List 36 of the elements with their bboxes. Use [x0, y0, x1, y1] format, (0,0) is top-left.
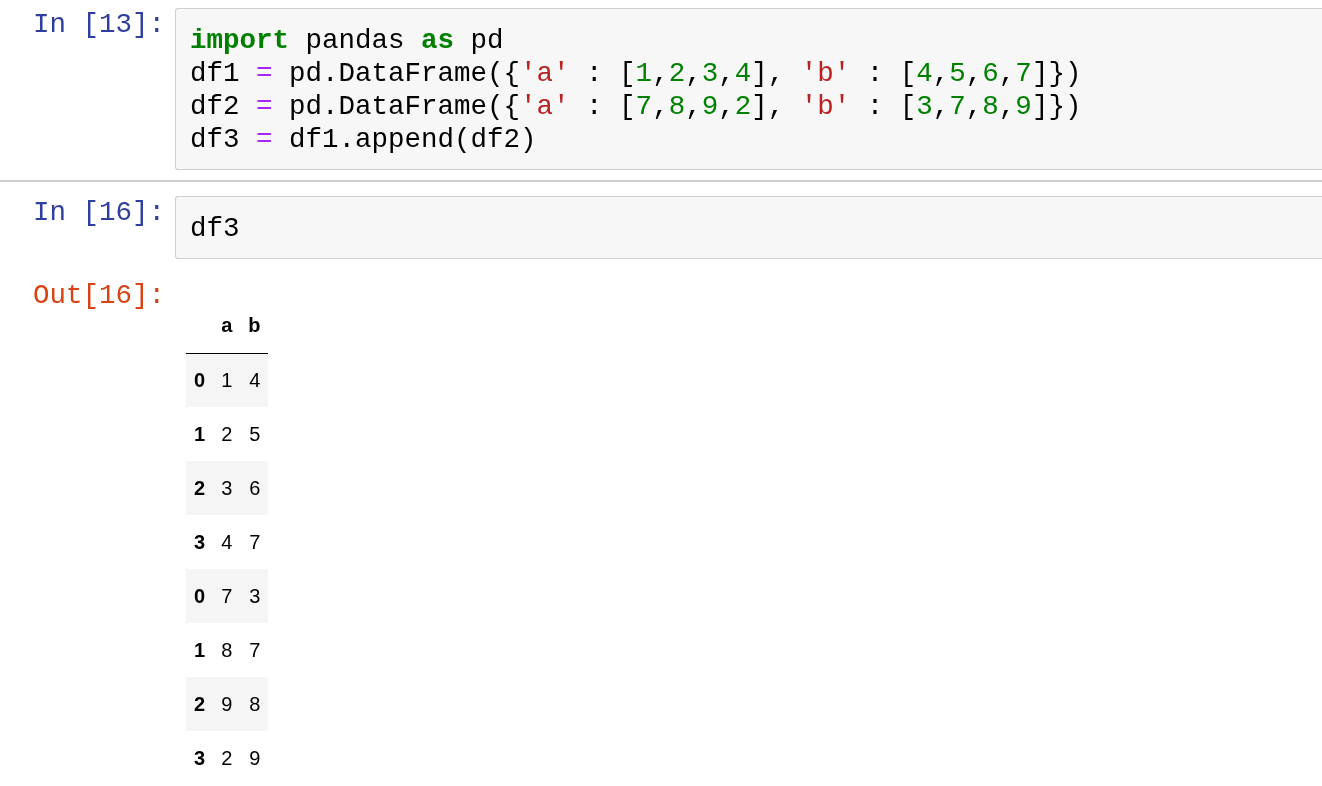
code-line: df2 = pd.DataFrame({'a' : [7,8,9,2], 'b' : [3,7,8,9]})	[190, 90, 1083, 123]
row-header: 3	[186, 731, 214, 785]
column-header: b	[240, 299, 269, 353]
row-header: 1	[186, 407, 214, 461]
row-header: 2	[186, 461, 214, 515]
table-cell: 6	[240, 461, 269, 515]
table-cell: 9	[240, 731, 269, 785]
code-line: import pandas as pd	[190, 24, 505, 57]
row-header: 0	[186, 353, 214, 407]
row-header: 0	[186, 569, 214, 623]
table-cell: 8	[240, 677, 269, 731]
table-cell: 3	[213, 461, 241, 515]
table-cell: 5	[240, 407, 269, 461]
row-header: 1	[186, 623, 214, 677]
table-cell: 2	[213, 407, 241, 461]
column-header: a	[213, 299, 241, 353]
table-cell: 7	[213, 569, 241, 623]
row-header: 2	[186, 677, 214, 731]
table-cell: 9	[213, 677, 241, 731]
output-prompt: Out[16]:	[31, 279, 166, 313]
table-cell: 3	[240, 569, 269, 623]
table-cell: 8	[213, 623, 241, 677]
table-cell: 4	[213, 515, 241, 569]
row-header: 3	[186, 515, 214, 569]
code-line: df1 = pd.DataFrame({'a' : [1,2,3,4], 'b' : [4,5,6,7]})	[190, 57, 1083, 90]
table-cell: 7	[240, 515, 269, 569]
table-cell: 1	[213, 353, 241, 407]
code-line: df3 = df1.append(df2)	[190, 123, 538, 156]
input-prompt: In [16]:	[31, 196, 166, 230]
table-cell: 2	[213, 731, 241, 785]
code-cell[interactable]: import pandas as pd df1 = pd.DataFrame({'a' : [1,2,3,4], 'b' : [4,5,6,7]}) df2 = pd.DataFrame({'a' : [7,8,9,2], 'b' : [3,7,8,9]}) df3 = df1.append(df2)	[175, 8, 1322, 170]
code-line: df3	[190, 212, 241, 245]
table-cell: 4	[240, 353, 269, 407]
input-prompt: In [13]:	[31, 8, 166, 42]
table-cell: 7	[240, 623, 269, 677]
code-cell[interactable]: df3	[175, 196, 1322, 259]
